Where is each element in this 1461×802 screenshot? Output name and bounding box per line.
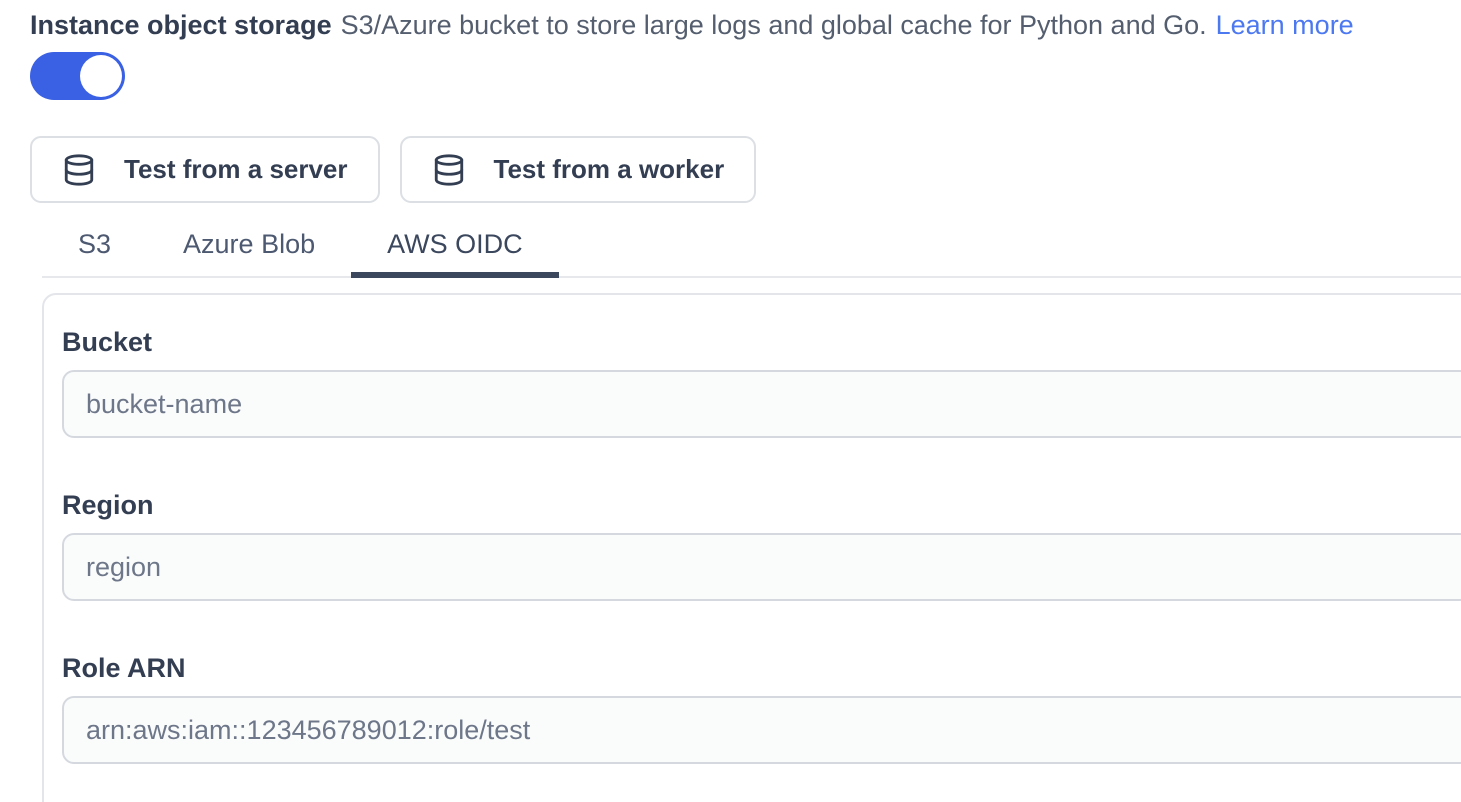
object-storage-settings-page: Instance object storage S3/Azure bucket t… — [0, 0, 1461, 802]
database-icon — [62, 153, 96, 187]
object-storage-toggle[interactable] — [30, 52, 125, 100]
test-from-worker-button[interactable]: Test from a worker — [400, 136, 757, 203]
tab-s3[interactable]: S3 — [42, 227, 147, 278]
role-arn-input[interactable] — [62, 696, 1461, 764]
bucket-field-group: Bucket — [62, 327, 1461, 438]
test-buttons-row: Test from a server Test from a worker — [30, 136, 1461, 203]
role-arn-label: Role ARN — [62, 653, 1461, 683]
bucket-input[interactable] — [62, 370, 1461, 438]
tab-aws-oidc[interactable]: AWS OIDC — [351, 227, 559, 278]
test-from-server-label: Test from a server — [124, 154, 348, 185]
page-title: Instance object storage — [30, 10, 332, 40]
learn-more-link[interactable]: Learn more — [1216, 10, 1354, 40]
database-icon — [432, 153, 466, 187]
test-from-worker-label: Test from a worker — [494, 154, 725, 185]
section-header: Instance object storage S3/Azure bucket t… — [30, 6, 1461, 44]
role-arn-field-group: Role ARN — [62, 653, 1461, 764]
region-input[interactable] — [62, 533, 1461, 601]
test-from-server-button[interactable]: Test from a server — [30, 136, 380, 203]
region-label: Region — [62, 490, 1461, 520]
section-description: S3/Azure bucket to store large logs and … — [341, 10, 1207, 40]
region-field-group: Region — [62, 490, 1461, 601]
tab-azure-blob[interactable]: Azure Blob — [147, 227, 351, 278]
storage-provider-tabs: S3 Azure Blob AWS OIDC — [42, 227, 1461, 278]
aws-oidc-form-panel: Bucket Region Role ARN — [42, 293, 1461, 802]
toggle-knob — [80, 55, 122, 97]
bucket-label: Bucket — [62, 327, 1461, 357]
